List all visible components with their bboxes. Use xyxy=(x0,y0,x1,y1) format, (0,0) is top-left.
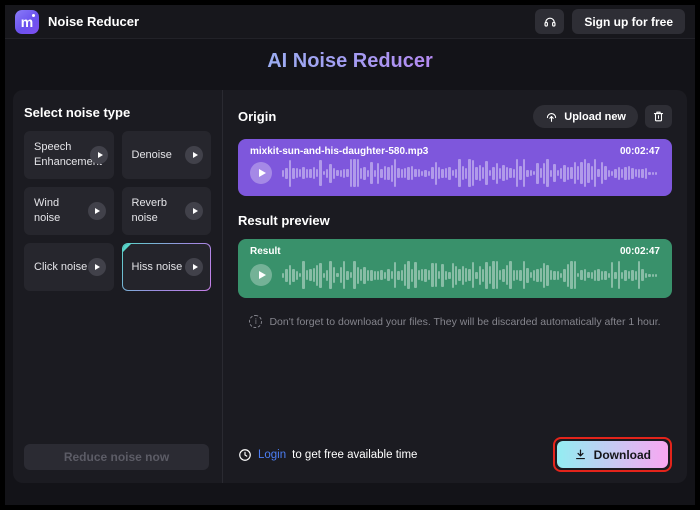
origin-heading: Origin xyxy=(238,109,276,124)
top-bar: m Noise Reducer Sign up for free xyxy=(5,5,695,39)
play-icon[interactable] xyxy=(88,202,106,220)
origin-file-name: mixkit-sun-and-his-daughter-580.mp3 xyxy=(250,146,428,157)
info-icon: i xyxy=(249,315,262,328)
support-button[interactable] xyxy=(535,9,564,34)
delete-file-button[interactable] xyxy=(645,105,672,128)
upload-new-button[interactable]: Upload new xyxy=(533,105,638,128)
result-duration: 00:02:47 xyxy=(620,246,660,257)
noise-type-click-noise[interactable]: Click noise xyxy=(24,243,114,291)
trash-icon xyxy=(652,110,665,123)
noise-type-section: Select noise type Speech Enhancement Den… xyxy=(13,90,223,483)
result-label: Result xyxy=(250,246,281,257)
noise-type-speech-enhancement[interactable]: Speech Enhancement xyxy=(24,131,114,179)
play-icon[interactable] xyxy=(185,258,203,276)
panel-footer: Login to get free available time Downloa… xyxy=(238,437,672,472)
play-icon[interactable] xyxy=(185,202,203,220)
noise-section-heading: Select noise type xyxy=(24,105,211,120)
play-icon[interactable] xyxy=(185,146,203,164)
noise-type-denoise[interactable]: Denoise xyxy=(122,131,212,179)
discard-notice: i Don't forget to download your files. T… xyxy=(238,315,672,328)
noise-type-wind-noise[interactable]: Wind noise xyxy=(24,187,114,235)
annotation-highlight: Download xyxy=(553,437,672,472)
login-suffix-text: to get free available time xyxy=(292,449,417,461)
download-button-label: Download xyxy=(594,448,651,462)
login-link[interactable]: Login xyxy=(258,449,286,461)
origin-duration: 00:02:47 xyxy=(620,146,660,157)
main-panel: Select noise type Speech Enhancement Den… xyxy=(13,90,687,483)
noise-type-label: Wind noise xyxy=(34,196,88,226)
noise-type-label: Hiss noise xyxy=(132,260,183,275)
page-title: AI Noise Reducer xyxy=(5,50,695,73)
noise-type-hiss-noise-selected[interactable]: Hiss noise xyxy=(122,243,212,291)
result-heading: Result preview xyxy=(238,213,672,228)
clock-icon xyxy=(238,448,252,462)
reduce-noise-button[interactable]: Reduce noise now xyxy=(24,444,209,470)
result-play-button[interactable] xyxy=(250,264,272,286)
audio-section: Origin Upload new xyxy=(238,90,672,483)
play-icon[interactable] xyxy=(90,146,108,164)
discard-notice-text: Don't forget to download your files. The… xyxy=(269,316,660,328)
upload-button-label: Upload new xyxy=(564,111,626,123)
noise-type-grid: Speech Enhancement Denoise Wind noise Re… xyxy=(24,131,211,291)
noise-type-reverb-noise[interactable]: Reverb noise xyxy=(122,187,212,235)
origin-play-button[interactable] xyxy=(250,162,272,184)
app-name: Noise Reducer xyxy=(48,14,139,29)
download-button[interactable]: Download xyxy=(557,441,668,468)
app-logo-icon: m xyxy=(15,10,39,34)
upload-icon xyxy=(545,110,558,123)
download-icon xyxy=(574,448,587,461)
noise-type-label: Click noise xyxy=(34,260,87,275)
result-audio-card: Result 00:02:47 xyxy=(238,239,672,298)
origin-audio-card: mixkit-sun-and-his-daughter-580.mp3 00:0… xyxy=(238,139,672,196)
headset-icon xyxy=(543,15,557,29)
app-window: m Noise Reducer Sign up for free AI Nois… xyxy=(5,5,695,505)
signup-button[interactable]: Sign up for free xyxy=(572,9,685,34)
play-icon[interactable] xyxy=(88,258,106,276)
noise-type-label: Denoise xyxy=(132,148,172,163)
noise-type-label: Speech Enhancement xyxy=(34,140,90,170)
origin-waveform[interactable] xyxy=(282,158,660,188)
noise-type-label: Reverb noise xyxy=(132,196,186,226)
result-waveform[interactable] xyxy=(282,260,660,290)
